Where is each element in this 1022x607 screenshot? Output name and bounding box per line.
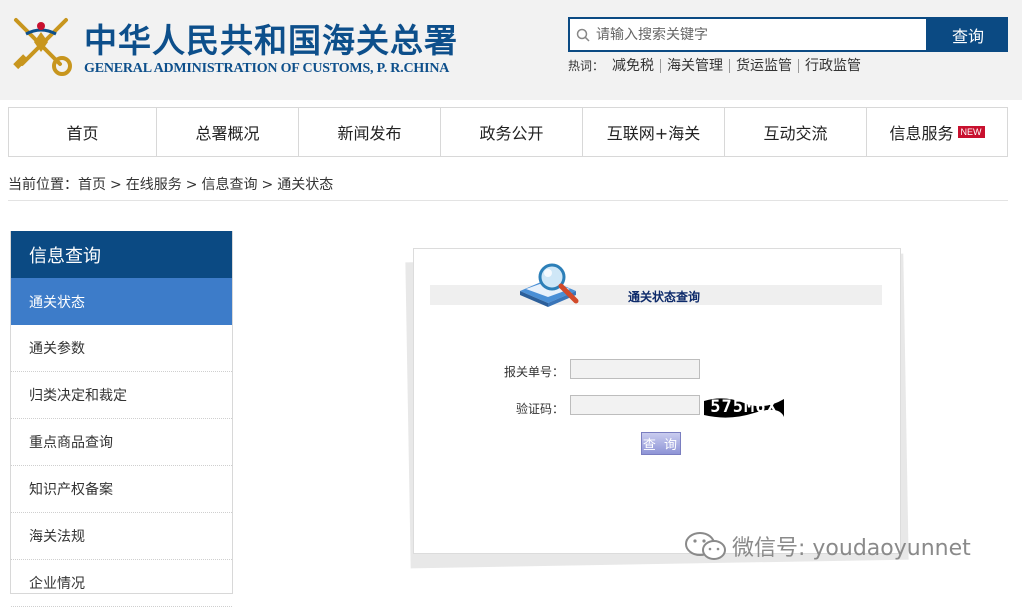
nav-item-home[interactable]: 首页 (9, 108, 157, 156)
breadcrumb-separator: > (185, 177, 198, 193)
nav-item-label: 互联网+海关 (606, 124, 701, 143)
hot-words: 热词： 减免税 海关管理 货运监管 行政监管 (568, 57, 867, 74)
wechat-icon (685, 532, 726, 560)
query-panel: 通关状态查询 报关单号： 验证码： 575M6X 查 询 (413, 248, 901, 554)
site-title: 中华人民共和国海关总署 (84, 21, 458, 60)
sidebar-title: 信息查询 (11, 231, 232, 278)
nav-item-label: 政务公开 (479, 124, 544, 143)
hot-link-xingzhengjianguan[interactable]: 行政监管 (798, 58, 867, 73)
sidebar-item-clearance-params[interactable]: 通关参数 (11, 325, 232, 372)
new-badge: NEW (957, 126, 985, 138)
sidebar: 信息查询 通关状态 通关参数 归类决定和裁定 重点商品查询 知识产权备案 海关法… (10, 231, 233, 607)
breadcrumb-prefix: 当前位置： (8, 177, 78, 193)
sidebar-item-classification[interactable]: 归类决定和裁定 (11, 372, 232, 419)
breadcrumb-divider (8, 200, 1008, 201)
nav-item-overview[interactable]: 总署概况 (157, 108, 299, 156)
declaration-number-input[interactable] (570, 359, 700, 379)
breadcrumb: 当前位置：首页 > 在线服务 > 信息查询 > 通关状态 (8, 174, 333, 194)
search-input[interactable] (596, 26, 916, 43)
breadcrumb-online-service[interactable]: 在线服务 (126, 177, 182, 193)
breadcrumb-clearance-status[interactable]: 通关状态 (277, 177, 333, 193)
declaration-number-label: 报关单号： (503, 365, 564, 379)
captcha-text: 575M6X (710, 397, 778, 417)
watermark-text: 微信号: youdaoyunnet (732, 536, 971, 561)
nav-item-label: 首页 (66, 124, 99, 143)
hot-link-huoyunjianguan[interactable]: 货运监管 (729, 58, 798, 73)
nav-item-interaction[interactable]: 互动交流 (725, 108, 867, 156)
nav-item-internet-plus[interactable]: 互联网+海关 (583, 108, 725, 156)
hot-link-jianmianshui[interactable]: 减免税 (610, 59, 660, 73)
sidebar-item-clearance-status[interactable]: 通关状态 (11, 278, 232, 325)
query-button[interactable]: 查 询 (641, 432, 681, 455)
sidebar-item-key-goods[interactable]: 重点商品查询 (11, 419, 232, 466)
hot-words-label: 热词： (568, 59, 605, 73)
search-box (568, 17, 928, 52)
magnifier-icon (520, 263, 579, 307)
nav-item-info-service[interactable]: 信息服务 NEW (867, 108, 1007, 156)
search-icon (576, 28, 590, 42)
sidebar-item-customs-law[interactable]: 海关法规 (11, 513, 232, 560)
nav-item-gov-affairs[interactable]: 政务公开 (441, 108, 583, 156)
sidebar-item-enterprise[interactable]: 企业情况 (11, 560, 232, 607)
captcha-image[interactable]: 575M6X (704, 395, 784, 419)
breadcrumb-info-query[interactable]: 信息查询 (201, 177, 257, 193)
breadcrumb-separator: > (261, 177, 274, 193)
header: 中华人民共和国海关总署 GENERAL ADMINISTRATION OF CU… (0, 0, 1022, 100)
captcha-label: 验证码： (515, 402, 564, 416)
wechat-watermark: 微信号: youdaoyunnet (682, 530, 971, 562)
nav-item-label: 信息服务 (889, 124, 954, 143)
breadcrumb-separator: > (110, 177, 122, 193)
nav-item-label: 新闻发布 (337, 124, 402, 143)
customs-emblem-icon (13, 18, 72, 76)
nav-item-label: 互动交流 (763, 124, 828, 143)
main-nav: 首页 总署概况 新闻发布 政务公开 互联网+海关 互动交流 信息服务 NEW (8, 107, 1008, 157)
panel-title: 通关状态查询 (628, 290, 701, 304)
nav-item-news[interactable]: 新闻发布 (299, 108, 441, 156)
breadcrumb-home[interactable]: 首页 (78, 177, 106, 193)
nav-item-label: 总署概况 (195, 124, 260, 143)
captcha-input[interactable] (570, 395, 700, 415)
site-title-en: GENERAL ADMINISTRATION OF CUSTOMS, P. R.… (84, 61, 450, 76)
sidebar-item-ip-record[interactable]: 知识产权备案 (11, 466, 232, 513)
hot-link-haiguanguanli[interactable]: 海关管理 (660, 58, 729, 73)
search-button[interactable]: 查询 (928, 17, 1008, 52)
